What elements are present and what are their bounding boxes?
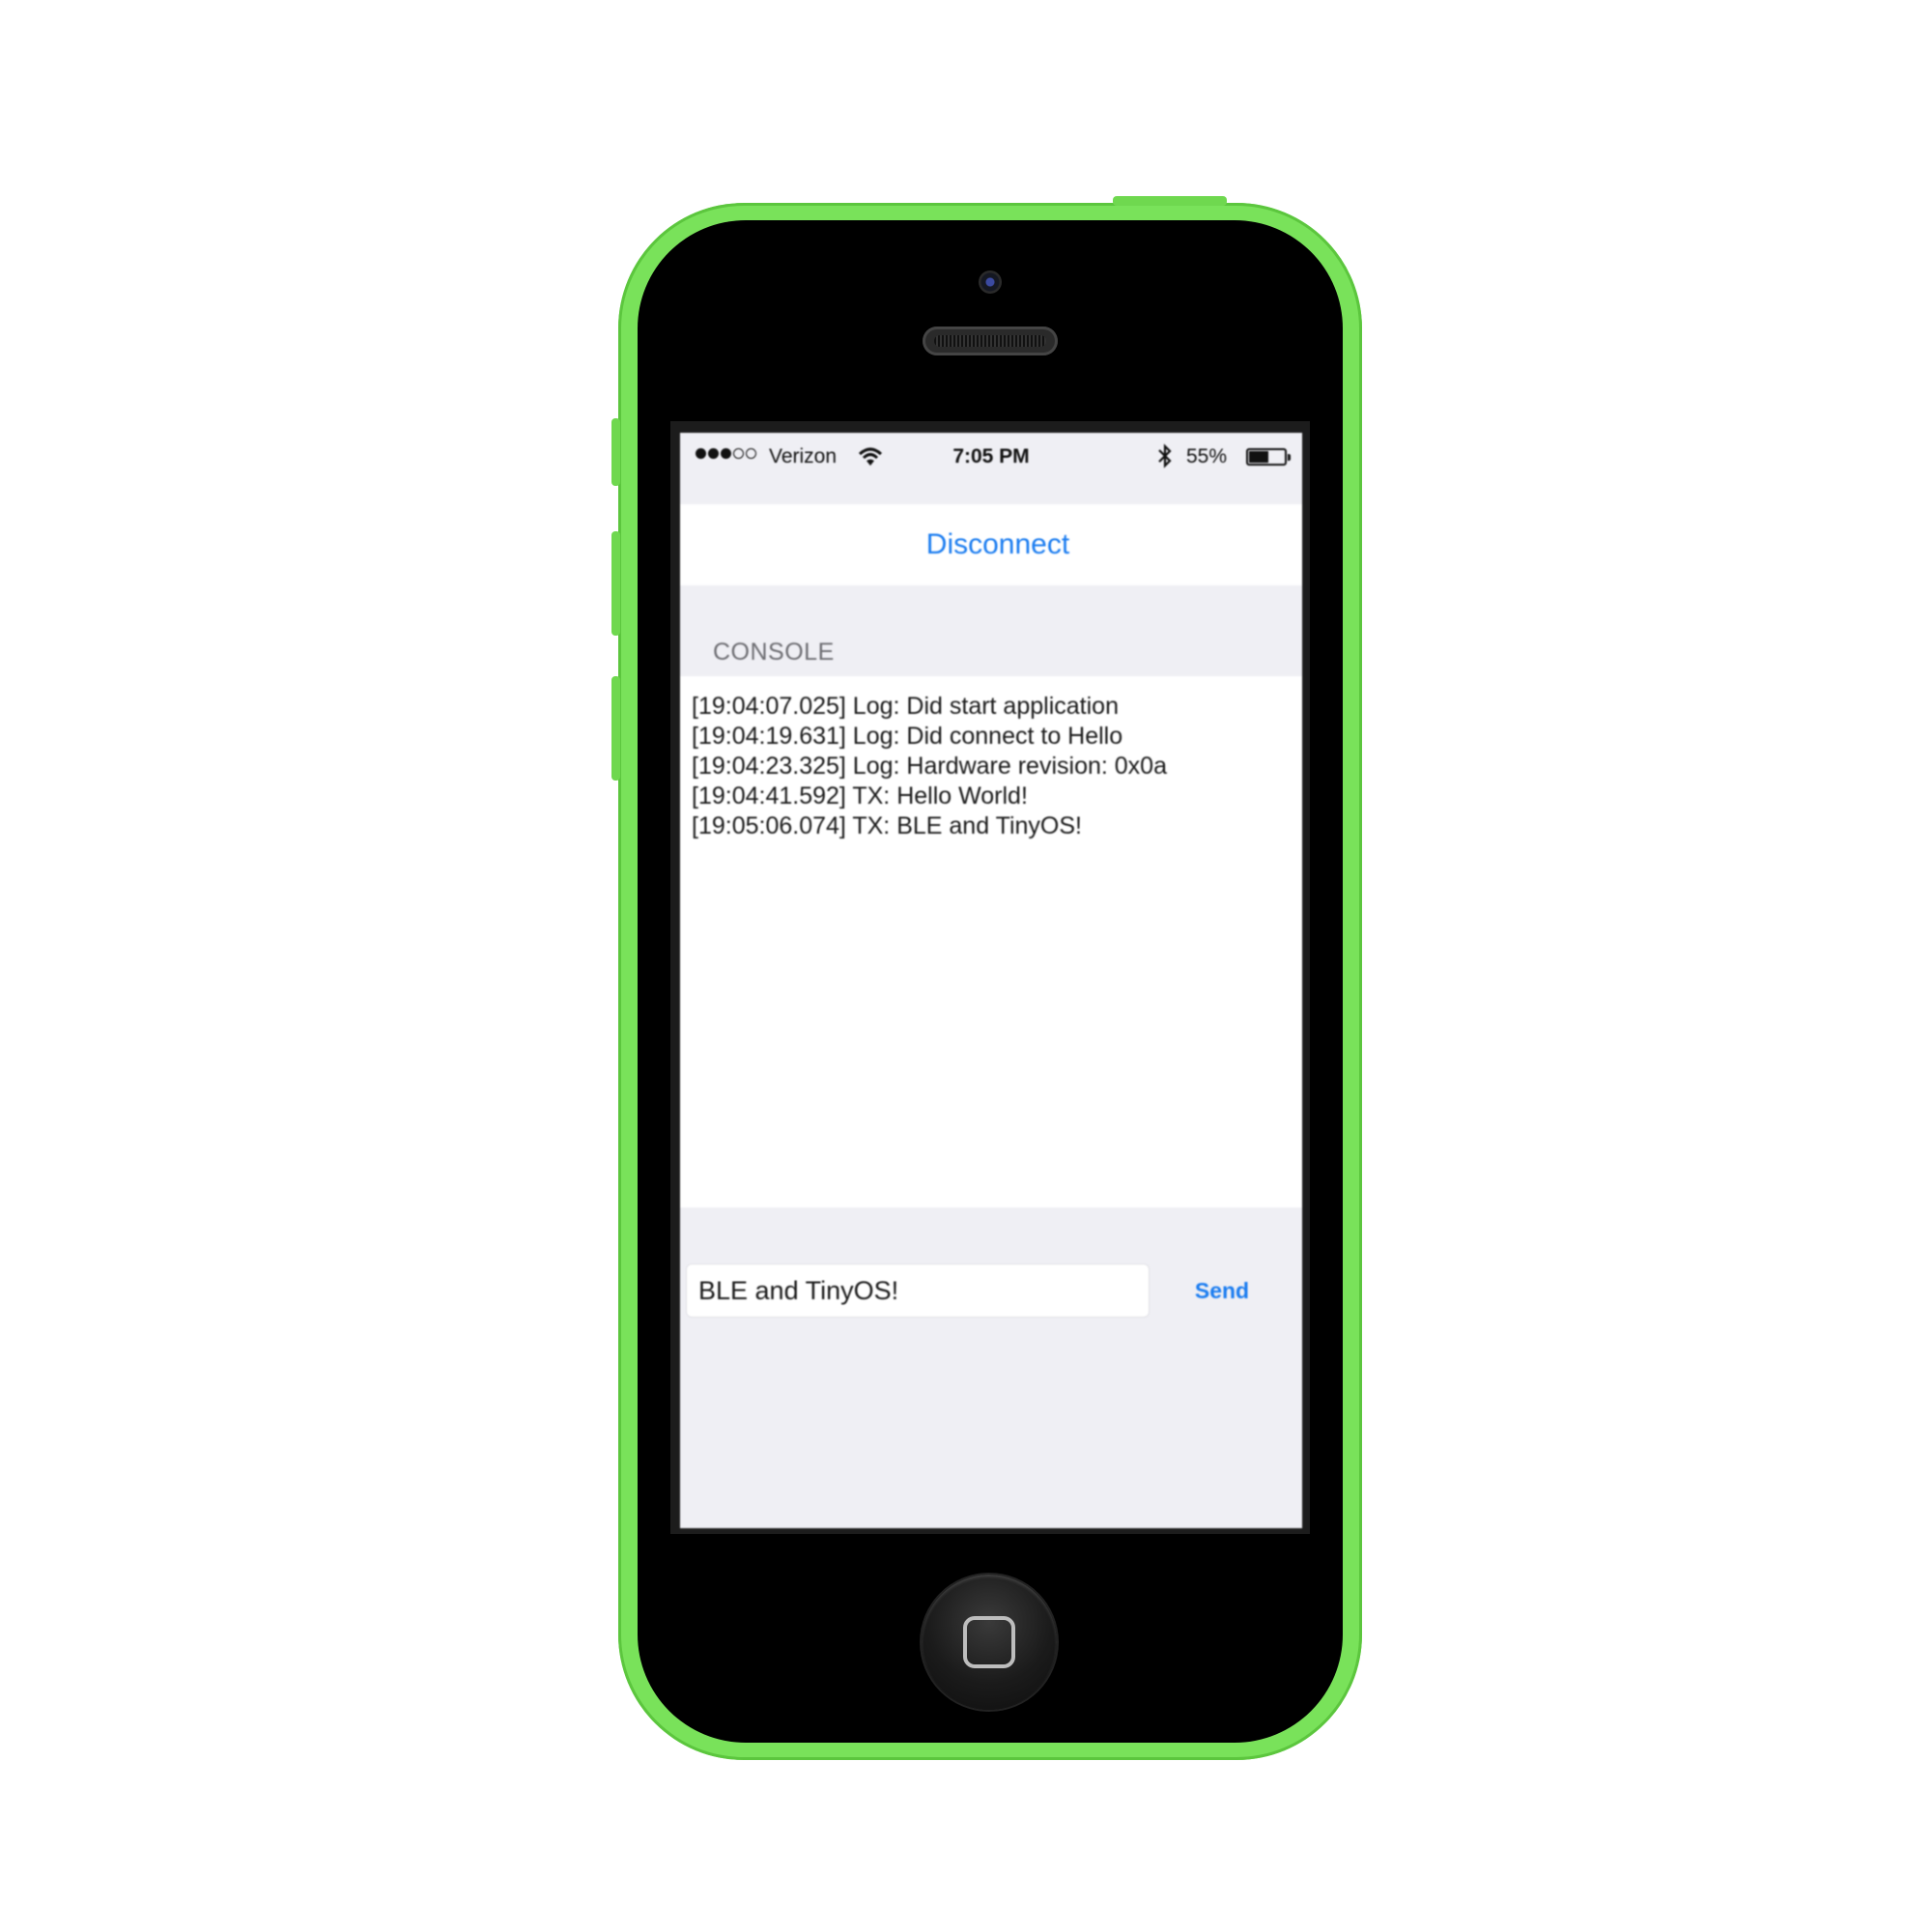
send-button[interactable]: Send xyxy=(1179,1264,1265,1318)
status-bar: Verizon 7:05 PM 55% xyxy=(680,433,1302,485)
log-line: [19:04:07.025] Log: Did start applicatio… xyxy=(692,693,1119,720)
volume-up-button xyxy=(611,531,620,636)
log-line: [19:04:23.325] Log: Hardware revision: 0… xyxy=(692,753,1167,780)
bluetooth-icon xyxy=(1158,443,1172,469)
console-log[interactable]: [19:04:07.025] Log: Did start applicatio… xyxy=(680,676,1302,1208)
top-power-button xyxy=(1113,196,1227,206)
message-input-wrapper xyxy=(686,1264,1150,1318)
log-line: [19:04:19.631] Log: Did connect to Hello xyxy=(692,723,1123,750)
message-input[interactable] xyxy=(686,1264,1150,1318)
home-button[interactable] xyxy=(922,1575,1057,1710)
disconnect-button[interactable]: Disconnect xyxy=(680,504,1302,585)
disconnect-cell: Disconnect xyxy=(680,504,1302,585)
battery-percentage: 55% xyxy=(1186,445,1228,468)
log-line: [19:05:06.074] TX: BLE and TinyOS! xyxy=(692,812,1082,839)
front-camera-icon xyxy=(979,270,1002,294)
battery-level-fill xyxy=(1249,451,1268,463)
log-line: [19:04:41.592] TX: Hello World! xyxy=(692,782,1028,810)
battery-icon xyxy=(1246,448,1287,466)
home-square-icon xyxy=(963,1616,1015,1668)
earpiece-speaker xyxy=(923,327,1058,355)
mute-switch xyxy=(611,418,620,486)
app-screen: Verizon 7:05 PM 55% Disconnect CONSOLE [… xyxy=(680,433,1302,1528)
volume-down-button xyxy=(611,676,620,781)
console-section-header: CONSOLE xyxy=(713,639,835,666)
battery-tip xyxy=(1288,454,1291,461)
